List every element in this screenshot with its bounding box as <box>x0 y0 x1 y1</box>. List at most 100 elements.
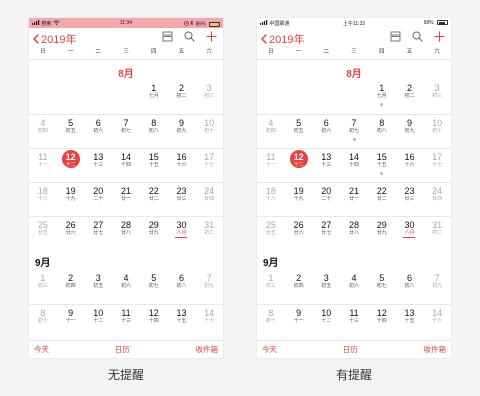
day-cell[interactable]: 11 十三 <box>112 305 140 338</box>
day-cell-today[interactable]: 12 十二 <box>57 149 85 182</box>
day-cell[interactable]: 16 十六 <box>396 149 424 182</box>
day-cell[interactable]: 7 初九 <box>195 270 223 304</box>
day-cell[interactable]: 27 廿七 <box>312 217 340 250</box>
back-button[interactable]: 2019年 <box>261 31 304 47</box>
day-cell[interactable]: 2 初四 <box>57 270 85 304</box>
day-cell[interactable]: 3 初三 <box>423 80 451 114</box>
calendars-button[interactable]: 日历 <box>115 344 130 355</box>
day-cell[interactable]: 8 初十 <box>29 305 57 338</box>
today-button[interactable]: 今天 <box>262 344 277 355</box>
day-cell[interactable]: 21 廿一 <box>340 183 368 216</box>
search-icon[interactable] <box>184 31 195 42</box>
day-cell[interactable]: 13 十三 <box>312 149 340 182</box>
day-cell[interactable]: 8 初十 <box>257 305 285 338</box>
inbox-button[interactable]: 收件箱 <box>196 344 219 355</box>
day-cell[interactable]: 17 十七 <box>423 149 451 182</box>
day-cell[interactable]: 9 十一 <box>285 305 313 338</box>
search-icon[interactable] <box>412 31 423 42</box>
day-cell[interactable]: 19 十九 <box>57 183 85 216</box>
day-cell[interactable]: 7 初七 <box>112 115 140 148</box>
day-cell[interactable]: 11 十一 <box>29 149 57 182</box>
day-cell[interactable]: 3 初五 <box>84 270 112 304</box>
calendars-button[interactable]: 日历 <box>343 344 358 355</box>
day-cell[interactable]: 4 初四 <box>257 115 285 148</box>
day-cell[interactable]: 25 廿五 <box>29 217 57 250</box>
day-cell[interactable]: 30 八月 <box>396 217 424 250</box>
day-cell[interactable]: 6 初八 <box>168 270 196 304</box>
day-cell[interactable]: 2 初四 <box>285 270 313 304</box>
day-cell[interactable]: 20 二十 <box>84 183 112 216</box>
day-cell[interactable]: 28 廿八 <box>340 217 368 250</box>
day-cell[interactable]: 1 七月 <box>140 80 168 114</box>
day-cell[interactable]: 4 初四 <box>29 115 57 148</box>
back-button[interactable]: 2019年 <box>33 31 76 47</box>
day-cell[interactable]: 28 廿八 <box>112 217 140 250</box>
day-cell[interactable]: 5 初五 <box>57 115 85 148</box>
inbox-button[interactable]: 收件箱 <box>424 344 447 355</box>
day-cell[interactable]: 31 初二 <box>195 217 223 250</box>
day-cell[interactable]: 26 廿六 <box>285 217 313 250</box>
day-cell[interactable]: 26 廿六 <box>57 217 85 250</box>
inbox-icon[interactable] <box>162 31 173 42</box>
day-cell[interactable]: 31 初二 <box>423 217 451 250</box>
day-cell[interactable]: 1 初三 <box>257 270 285 304</box>
day-cell[interactable]: 17 十七 <box>195 149 223 182</box>
day-cell[interactable]: 14 十四 <box>112 149 140 182</box>
day-cell[interactable]: 7 初七 <box>340 115 368 148</box>
day-cell-today[interactable]: 12 十二 <box>285 149 313 182</box>
day-cell[interactable]: 22 廿二 <box>368 183 396 216</box>
day-cell[interactable]: 5 初七 <box>140 270 168 304</box>
add-icon[interactable] <box>206 31 217 42</box>
day-cell[interactable]: 15 十五 <box>368 149 396 182</box>
day-cell[interactable]: 16 十六 <box>168 149 196 182</box>
day-cell[interactable]: 18 十八 <box>257 183 285 216</box>
day-cell[interactable]: 2 初二 <box>396 80 424 114</box>
day-cell[interactable]: 13 十五 <box>168 305 196 338</box>
day-cell[interactable]: 12 十四 <box>368 305 396 338</box>
day-cell[interactable]: 1 七月 <box>368 80 396 114</box>
day-cell[interactable]: 23 廿三 <box>168 183 196 216</box>
day-cell[interactable]: 9 十一 <box>57 305 85 338</box>
day-cell[interactable]: 3 初五 <box>312 270 340 304</box>
day-cell[interactable]: 21 廿一 <box>112 183 140 216</box>
day-cell[interactable]: 2 初二 <box>168 80 196 114</box>
day-cell[interactable]: 24 廿四 <box>423 183 451 216</box>
day-cell[interactable]: 3 初三 <box>195 80 223 114</box>
day-cell[interactable]: 9 初九 <box>168 115 196 148</box>
day-cell[interactable]: 9 初九 <box>396 115 424 148</box>
day-cell[interactable]: 25 廿五 <box>257 217 285 250</box>
day-cell[interactable]: 14 十四 <box>340 149 368 182</box>
day-cell[interactable]: 12 十四 <box>140 305 168 338</box>
day-cell[interactable]: 6 初八 <box>396 270 424 304</box>
day-cell[interactable]: 7 初九 <box>423 270 451 304</box>
day-cell[interactable]: 11 十一 <box>257 149 285 182</box>
day-cell[interactable]: 4 初六 <box>340 270 368 304</box>
day-cell[interactable]: 8 初八 <box>140 115 168 148</box>
day-cell[interactable]: 11 十三 <box>340 305 368 338</box>
day-cell[interactable]: 6 初六 <box>312 115 340 148</box>
day-cell[interactable]: 29 廿九 <box>368 217 396 250</box>
add-icon[interactable] <box>434 31 445 42</box>
day-cell[interactable]: 10 十二 <box>84 305 112 338</box>
day-cell[interactable]: 23 廿三 <box>396 183 424 216</box>
day-cell[interactable]: 29 廿九 <box>140 217 168 250</box>
day-cell[interactable]: 5 初五 <box>285 115 313 148</box>
day-cell[interactable]: 14 十六 <box>195 305 223 338</box>
day-cell[interactable]: 18 十八 <box>29 183 57 216</box>
day-cell[interactable]: 30 八月 <box>168 217 196 250</box>
today-button[interactable]: 今天 <box>34 344 49 355</box>
day-cell[interactable]: 13 十三 <box>84 149 112 182</box>
day-cell[interactable]: 10 十二 <box>312 305 340 338</box>
day-cell[interactable]: 15 十五 <box>140 149 168 182</box>
day-cell[interactable]: 10 初十 <box>195 115 223 148</box>
day-cell[interactable]: 20 二十 <box>312 183 340 216</box>
day-cell[interactable]: 13 十五 <box>396 305 424 338</box>
day-cell[interactable]: 10 初十 <box>423 115 451 148</box>
day-cell[interactable]: 14 十六 <box>423 305 451 338</box>
day-cell[interactable]: 5 初七 <box>368 270 396 304</box>
day-cell[interactable]: 1 初三 <box>29 270 57 304</box>
day-cell[interactable]: 19 十九 <box>285 183 313 216</box>
inbox-icon[interactable] <box>390 31 401 42</box>
day-cell[interactable]: 22 廿二 <box>140 183 168 216</box>
day-cell[interactable]: 24 廿四 <box>195 183 223 216</box>
